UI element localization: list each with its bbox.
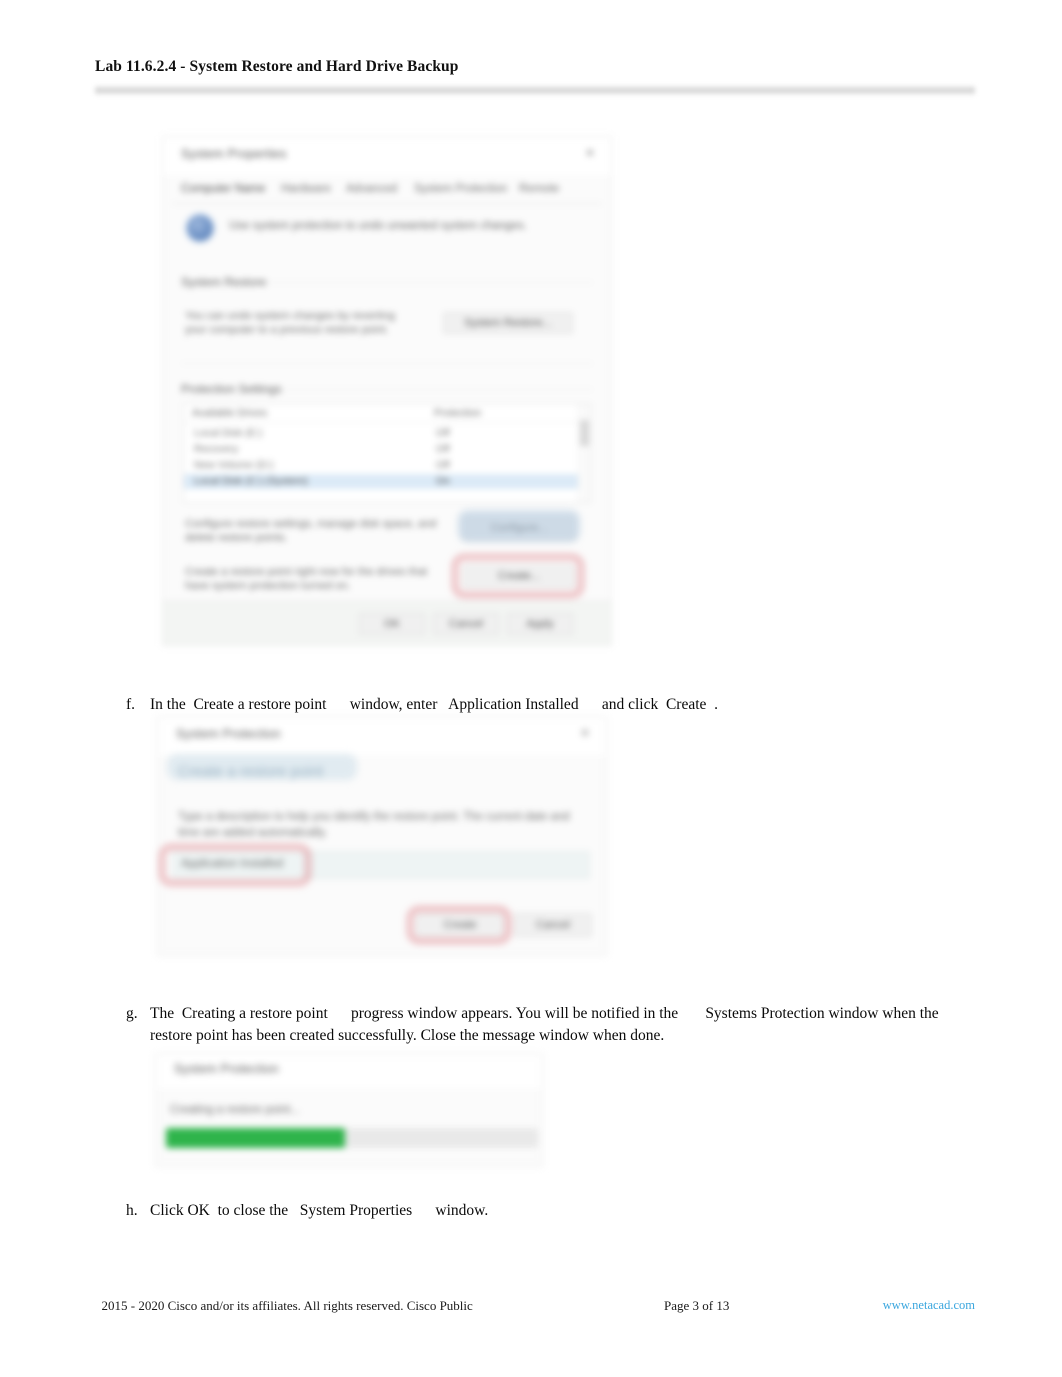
configure-button[interactable]: Configure... [463,517,575,540]
dialog-titlebar: System Properties ✕ [163,137,611,175]
step-g-marker: g. [126,1005,138,1022]
step-h-text: Click OK to close the System Properties … [150,1202,489,1219]
system-protection-info-text: Use system protection to undo unwanted s… [229,220,527,232]
close-icon[interactable]: ✕ [583,146,597,160]
system-restore-description: You can undo system changes by reverting… [185,310,395,336]
step-g-text: The Creating a restore point progress wi… [150,1005,943,1044]
column-header-protection: Protection [434,407,482,419]
cell-protection: Off [436,427,450,439]
step-h: h. Click OK to close the System Properti… [110,1200,950,1222]
create-button[interactable]: Create [416,913,504,937]
step-g: g. The Creating a restore point progress… [110,1003,950,1046]
step-h-marker: h. [126,1202,138,1219]
cancel-button[interactable]: Cancel [433,613,499,635]
screenshot-system-properties: System Properties ✕ Computer Name Hardwa… [162,136,612,646]
screenshot-progress: System Protection Creating a restore poi… [155,1053,543,1167]
create-restore-point-button[interactable]: Create... [463,565,575,588]
screenshot-create-restore-point: System Protection ✕ Create a restore poi… [157,716,607,956]
progress-dialog: System Protection Creating a restore poi… [155,1053,543,1167]
step-f-text: In the Create a restore point window, en… [150,696,719,713]
group-divider-2 [181,363,593,364]
restore-point-description-input[interactable]: Application Installed [172,851,590,879]
progress-bar-track [166,1128,538,1148]
protection-settings-group-label: Protection Settings [181,382,282,396]
system-restore-group-label: System Restore [181,275,267,289]
available-drives-list[interactable]: Available Drives Protection Local Disk (… [183,403,591,503]
tab-hardware[interactable]: Hardware [281,180,331,199]
step-f-marker: f. [126,696,136,713]
column-header-available-drives: Available Drives [192,407,268,419]
create-description: Create a restore point right now for the… [185,566,428,592]
dialog-footer: OK Cancel Apply [163,600,611,645]
group-divider-3 [285,389,593,390]
system-restore-button[interactable]: System Restore... [443,312,573,334]
cell-drive: Local Disk (E:) [194,427,263,439]
cell-drive: Recovery [194,443,239,455]
table-row[interactable]: New Volume (D:) Off [184,458,590,473]
dialog-title: System Properties [181,147,287,161]
ok-button[interactable]: OK [359,613,425,635]
tab-system-protection[interactable]: System Protection [414,180,507,199]
page-title: Lab 11.6.2.4 - System Restore and Hard D… [95,58,459,75]
header-divider [95,85,975,96]
create-restore-point-dialog: System Protection ✕ Create a restore poi… [157,716,607,956]
netacad-link[interactable]: www.netacad.com [883,1298,975,1313]
cell-drive: New Volume (D:) [194,459,274,471]
list-scrollbar[interactable] [578,404,590,502]
progress-bar-fill [166,1128,345,1148]
dialog-title: System Protection [176,727,281,741]
step-f: f. In the Create a restore point window,… [110,694,950,716]
scrollbar-thumb[interactable] [580,420,589,446]
shield-icon [187,215,213,241]
cell-protection: On [436,475,451,487]
tab-computer-name[interactable]: Computer Name [181,180,265,199]
cell-protection: Off [436,459,450,471]
document-header: Lab 11.6.2.4 - System Restore and Hard D… [95,58,975,76]
page-number: Page 3 of 13 [664,1298,730,1313]
table-row[interactable]: Recovery Off [184,442,590,457]
list-header: Available Drives Protection [184,404,590,423]
system-protection-info-row: Use system protection to undo unwanted s… [181,213,593,253]
restore-point-description-value: Application Installed [181,858,284,870]
configure-description: Configure restore settings, manage disk … [185,518,437,544]
create-restore-point-subtext: Type a description to help you identify … [178,811,570,839]
document-page: Lab 11.6.2.4 - System Restore and Hard D… [0,0,1062,1377]
copyright-notice: 2015 - 2020 Cisco and/or its affiliates.… [95,1298,473,1313]
close-icon[interactable]: ✕ [578,726,592,740]
tab-strip: Computer Name Hardware Advanced System P… [171,177,603,204]
tab-advanced[interactable]: Advanced [346,180,397,199]
cancel-button[interactable]: Cancel [514,913,592,937]
dialog-titlebar: System Protection ✕ [158,717,606,755]
cell-protection: Off [436,443,450,455]
cell-drive: Local Disk (C:) (System) [194,475,308,487]
system-properties-dialog: System Properties ✕ Computer Name Hardwa… [162,136,612,646]
table-row[interactable]: Local Disk (C:) (System) On [184,474,590,489]
create-restore-point-heading: Create a restore point [178,763,324,780]
group-divider-1 [267,282,593,283]
dialog-titlebar: System Protection [156,1054,542,1088]
apply-button[interactable]: Apply [507,613,573,635]
progress-status-label: Creating a restore point... [170,1104,300,1116]
table-row[interactable]: Local Disk (E:) Off [184,426,590,441]
dialog-title: System Protection [174,1062,279,1076]
tab-remote[interactable]: Remote [519,180,559,199]
